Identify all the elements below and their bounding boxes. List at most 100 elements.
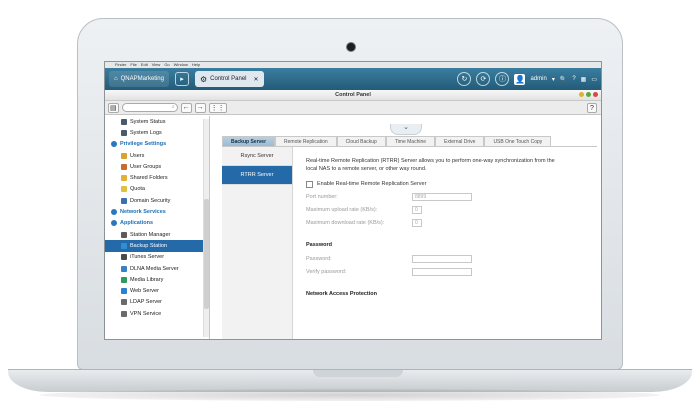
quota-icon bbox=[121, 186, 127, 193]
tab-control-panel[interactable]: ⚙ Control Panel ✕ bbox=[194, 71, 264, 87]
sidebar-item-label: Backup Station bbox=[130, 242, 167, 249]
chevron-down-icon[interactable]: ▾ bbox=[552, 76, 555, 83]
sidebar-item-dlna-media-server[interactable]: DLNA Media Server bbox=[105, 263, 209, 274]
collapse-toggle[interactable]: ⌄ bbox=[390, 124, 422, 135]
sidebar-item-label: LDAP Server bbox=[130, 299, 162, 306]
help-button[interactable]: ? bbox=[587, 103, 597, 113]
sidebar-item-users[interactable]: Users bbox=[105, 150, 209, 161]
chevron-down-icon: ⌄ bbox=[403, 124, 409, 131]
sidebar-item-station-manager[interactable]: Station Manager bbox=[105, 229, 209, 240]
dlna-icon bbox=[121, 265, 127, 272]
sidebar-item-shared-folders[interactable]: Shared Folders bbox=[105, 172, 209, 183]
folder-icon bbox=[121, 175, 127, 182]
document-icon bbox=[121, 129, 127, 136]
control-panel-icon: ⚙ bbox=[199, 74, 208, 84]
search-field-icon: ⌕ bbox=[171, 104, 175, 110]
view-toggle-button[interactable]: ▤ bbox=[108, 102, 119, 113]
sidebar-item-system-logs[interactable]: System Logs bbox=[105, 127, 209, 138]
download-rate-label: Maximum download rate (KB/s): bbox=[306, 220, 385, 226]
tab-remote-replication[interactable]: Remote Replication bbox=[275, 136, 337, 146]
info-icon[interactable]: ⓘ bbox=[495, 72, 510, 86]
sidebar-item-label: VPN Service bbox=[130, 310, 162, 317]
subnav-rtrr-server[interactable]: RTRR Server bbox=[222, 166, 292, 185]
upload-rate-field[interactable]: 0 bbox=[412, 206, 422, 214]
web-icon bbox=[121, 288, 127, 295]
grid-view-button[interactable]: ⋮⋮ bbox=[208, 102, 227, 113]
window-toolbar: ▤ ⌕ ← → ⋮⋮ ? bbox=[105, 101, 601, 115]
verify-password-field[interactable] bbox=[412, 268, 472, 276]
refresh-icon[interactable]: ↻ bbox=[457, 72, 472, 86]
close-tab-icon[interactable]: ✕ bbox=[254, 76, 259, 83]
sidebar-item-user-groups[interactable]: User Groups bbox=[105, 161, 209, 172]
scrollbar-thumb[interactable] bbox=[204, 199, 209, 309]
tab-backup-server[interactable]: Backup Server bbox=[222, 136, 276, 146]
station-icon bbox=[121, 231, 127, 238]
subnav-rsync-server[interactable]: Rsync Server bbox=[222, 147, 292, 166]
library-icon bbox=[121, 276, 127, 283]
forward-button[interactable]: → bbox=[194, 102, 206, 113]
avatar[interactable]: 👤 bbox=[514, 73, 526, 85]
base-notch bbox=[313, 370, 403, 377]
main-content: ⌄ Backup Server Remote Replication Cloud B… bbox=[210, 116, 601, 339]
home-icon: ⌂ bbox=[114, 76, 118, 82]
sidebar-item-media-library[interactable]: Media Library bbox=[105, 274, 209, 285]
globe-icon bbox=[111, 209, 117, 216]
sidebar-item-backup-station[interactable]: Backup Station bbox=[105, 240, 209, 252]
description-text: Real-time Remote Replication (RTRR) Serv… bbox=[306, 158, 555, 172]
enable-checkbox[interactable] bbox=[306, 180, 313, 188]
tab-usb-one-touch-copy[interactable]: USB One Touch Copy bbox=[484, 136, 552, 146]
sidebar-item-label: Domain Security bbox=[130, 197, 171, 204]
sidebar-item-itunes-server[interactable]: iTunes Server bbox=[105, 252, 209, 263]
app-switch-icon[interactable]: ▸ bbox=[174, 72, 189, 86]
qts-topbar: ⌂ QNAPMarketing ▸ ⚙ Control Panel ✕ ↻ ⟳ … bbox=[105, 68, 601, 90]
enable-label: Enable Real-time Remote Replication Serv… bbox=[317, 181, 427, 187]
tab-cloud-backup[interactable]: Cloud Backup bbox=[336, 136, 386, 146]
sidebar-item-label: Applications bbox=[120, 220, 154, 227]
backup-icon bbox=[121, 242, 127, 249]
camera-icon bbox=[347, 43, 355, 51]
monitor-icon bbox=[121, 118, 127, 125]
back-button[interactable]: ← bbox=[180, 102, 192, 113]
sidebar-item-label: Privilege Settings bbox=[120, 141, 167, 148]
password-field[interactable] bbox=[412, 255, 472, 263]
sidebar-item-label: Web Server bbox=[130, 288, 159, 295]
maximize-button[interactable] bbox=[586, 92, 591, 97]
sidebar-item-label: DLNA Media Server bbox=[130, 265, 179, 272]
password-heading: Password bbox=[306, 242, 332, 248]
sidebar-item-ldap-server[interactable]: LDAP Server bbox=[105, 297, 209, 308]
sidebar-item-label: Station Manager bbox=[130, 231, 171, 238]
tab-panel: Rsync Server RTRR Server Real-time Remote… bbox=[222, 146, 597, 339]
tab-external-drive[interactable]: External Drive bbox=[435, 136, 485, 146]
sidebar-item-label: Network Services bbox=[120, 209, 166, 216]
sidebar-item-label: System Logs bbox=[130, 129, 162, 136]
window-title: Control Panel bbox=[335, 92, 371, 98]
sidebar: System Status System Logs Privilege Settin… bbox=[105, 116, 210, 339]
minimize-button[interactable] bbox=[579, 92, 584, 97]
sidebar-item-quota[interactable]: Quota bbox=[105, 184, 209, 195]
tab-time-machine[interactable]: Time Machine bbox=[385, 136, 436, 146]
sidebar-item-privilege-settings[interactable]: Privilege Settings bbox=[105, 139, 209, 150]
download-rate-field[interactable]: 0 bbox=[412, 219, 422, 227]
sub-navigation: Rsync Server RTRR Server bbox=[222, 147, 293, 339]
search-icon[interactable]: 🔍 bbox=[560, 76, 567, 83]
sidebar-item-vpn-service[interactable]: VPN Service bbox=[105, 308, 209, 319]
tab-strip: Backup Server Remote Replication Cloud Bac… bbox=[222, 136, 552, 146]
tab-home[interactable]: ⌂ QNAPMarketing bbox=[109, 71, 169, 87]
close-button[interactable] bbox=[593, 92, 598, 97]
sidebar-item-label: Quota bbox=[130, 186, 145, 193]
upload-rate-label: Maximum upload rate (KB/s): bbox=[306, 207, 378, 213]
sidebar-item-network-services[interactable]: Network Services bbox=[105, 206, 209, 217]
sidebar-item-system-status[interactable]: System Status bbox=[105, 116, 209, 127]
sync-icon[interactable]: ⟳ bbox=[476, 72, 491, 86]
port-field[interactable]: 8899 bbox=[412, 193, 472, 201]
sidebar-item-domain-security[interactable]: Domain Security bbox=[105, 195, 209, 206]
sidebar-scrollbar[interactable] bbox=[203, 119, 209, 337]
search-input[interactable]: ⌕ bbox=[121, 103, 178, 112]
sidebar-item-applications[interactable]: Applications bbox=[105, 218, 209, 229]
help-icon[interactable]: ? bbox=[572, 76, 575, 82]
sidebar-item-web-server[interactable]: Web Server bbox=[105, 285, 209, 296]
desktop-icon[interactable]: ▭ bbox=[591, 76, 597, 83]
language-icon[interactable]: ▦ bbox=[581, 76, 587, 83]
password-label: Password: bbox=[306, 256, 332, 262]
user-name[interactable]: admin bbox=[530, 76, 546, 82]
